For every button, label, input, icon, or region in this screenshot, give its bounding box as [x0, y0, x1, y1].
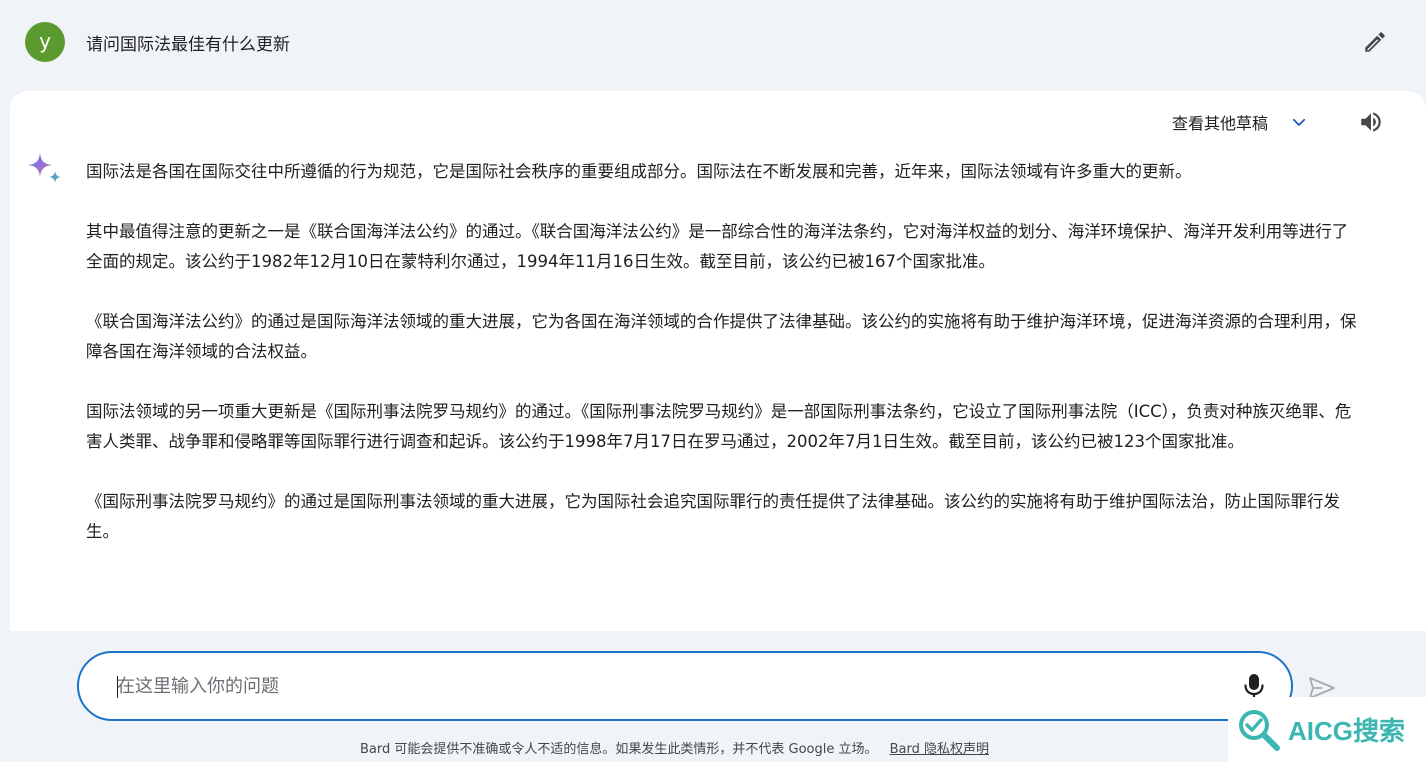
footer-disclaimer: Bard 可能会提供不准确或令人不适的信息。如果发生此类情形，并不代表 Goog… — [360, 738, 989, 757]
response-paragraph: 其中最值得注意的更新之一是《联合国海洋法公约》的通过。《联合国海洋法公约》是一部… — [86, 222, 1349, 271]
bard-chat-page: y 请问国际法最佳有什么更新 查看其他草稿 国际法是各国在国际交往中所遵循的行为… — [0, 0, 1426, 762]
search-logo-icon — [1239, 709, 1280, 751]
speaker-icon — [1361, 112, 1381, 132]
disclaimer-text: Bard 可能会提供不准确或令人不适的信息。如果发生此类情形，并不代表 Goog… — [360, 742, 878, 757]
read-aloud-button[interactable] — [1356, 107, 1386, 137]
chevron-down-icon — [1290, 113, 1308, 131]
watermark: AICG搜索 — [1228, 697, 1426, 762]
bard-sparkle-icon — [28, 153, 61, 183]
prompt-input[interactable] — [117, 653, 1197, 719]
privacy-link[interactable]: Bard 隐私权声明 — [890, 742, 989, 757]
user-prompt-row: y 请问国际法最佳有什么更新 — [0, 0, 1426, 84]
view-other-drafts-label: 查看其他草稿 — [1172, 114, 1269, 133]
watermark-text: AICG搜索 — [1288, 716, 1406, 746]
response-paragraph: 《联合国海洋法公约》的通过是国际海洋法领域的重大进展，它为各国在海洋领域的合作提… — [86, 312, 1357, 361]
response-text: 国际法是各国在国际交往中所遵循的行为规范，它是国际社会秩序的重要组成部分。国际法… — [86, 157, 1358, 577]
text-caret — [117, 676, 118, 698]
user-prompt-text: 请问国际法最佳有什么更新 — [86, 35, 290, 55]
response-paragraph: 《国际刑事法院罗马规约》的通过是国际刑事法领域的重大进展，它为国际社会追究国际罪… — [86, 492, 1340, 541]
response-paragraph: 国际法是各国在国际交往中所遵循的行为规范，它是国际社会秩序的重要组成部分。国际法… — [86, 162, 1192, 181]
edit-pencil-icon — [1365, 32, 1385, 52]
edit-prompt-button[interactable] — [1361, 28, 1389, 56]
response-card: 查看其他草稿 国际法是各国在国际交往中所遵循的行为规范，它是国际社会秩序的重要组… — [10, 91, 1426, 631]
prompt-input-box[interactable] — [77, 651, 1293, 721]
response-paragraph: 国际法领域的另一项重大更新是《国际刑事法院罗马规约》的通过。《国际刑事法院罗马规… — [86, 402, 1352, 451]
view-other-drafts-button[interactable]: 查看其他草稿 — [1172, 110, 1308, 134]
user-avatar[interactable]: y — [25, 22, 65, 62]
